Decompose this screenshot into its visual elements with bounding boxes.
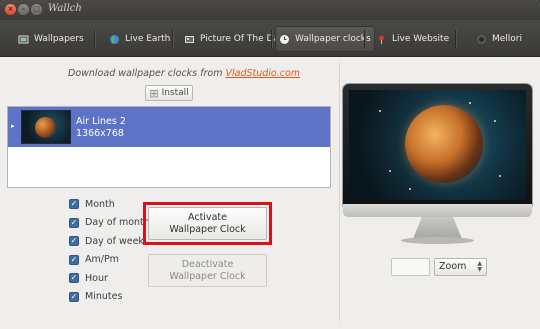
star-dot (409, 188, 411, 190)
picture-icon (184, 34, 195, 45)
monitor-chin (343, 204, 532, 217)
tab-mellori[interactable]: Mellori (472, 26, 526, 52)
star-dot (469, 102, 471, 104)
star-dot (379, 110, 381, 112)
tab-separator (94, 30, 95, 48)
checkbox-checked-icon[interactable]: ✓ (69, 236, 79, 247)
checkbox-checked-icon[interactable]: ✓ (69, 217, 79, 228)
clocks-list[interactable]: ▸ Air Lines 2 1366x768 (7, 106, 331, 188)
checkbox-checked-icon[interactable]: ✓ (69, 199, 79, 210)
deactivate-label-line1: Deactivate (181, 259, 234, 270)
tab-live-earth[interactable]: Live Earth (105, 26, 174, 52)
monitor-preview (343, 84, 532, 248)
clock-resolution: 1366x768 (76, 128, 124, 139)
tab-separator (455, 30, 456, 48)
background-color-picker[interactable] (391, 258, 430, 276)
install-label: Install (161, 88, 189, 98)
vladstudio-link[interactable]: VladStudio.com (225, 68, 300, 79)
tab-label: Mellori (492, 34, 523, 44)
tab-separator (172, 30, 173, 48)
app-window: × – □ Wallch Wallpapers Live Earth Pictu… (0, 0, 540, 329)
zoom-select[interactable]: Zoom ▲ ▼ (434, 258, 487, 276)
option-month[interactable]: ✓ Month (69, 195, 150, 214)
monitor-bezel (343, 84, 532, 210)
option-am-pm[interactable]: ✓ Am/Pm (69, 251, 150, 270)
deactivate-label-line2: Wallpaper Clock (169, 271, 246, 282)
pin-icon (376, 34, 387, 45)
mellori-icon (476, 34, 487, 45)
option-minutes[interactable]: ✓ Minutes (69, 288, 150, 307)
expand-arrow-icon[interactable]: ▸ (11, 122, 15, 130)
select-spinner-icon: ▲ ▼ (477, 260, 482, 273)
main-tabs: Wallpapers Live Earth Picture Of The Day… (0, 20, 540, 57)
activate-wallpaper-clock-button[interactable]: Activate Wallpaper Clock (148, 207, 267, 240)
option-day-of-month[interactable]: ✓ Day of month (69, 214, 150, 233)
option-day-of-week[interactable]: ✓ Day of week (69, 232, 150, 251)
star-dot (499, 175, 501, 177)
earth-icon (109, 34, 120, 45)
clock-icon (279, 34, 290, 45)
wallpaper-preview-image (349, 90, 526, 200)
checkbox-checked-icon[interactable]: ✓ (69, 254, 79, 265)
add-icon: ⊞ (149, 86, 159, 100)
option-label: Minutes (85, 291, 123, 303)
tab-label: Wallpaper clocks (295, 34, 371, 44)
clock-name: Air Lines 2 (76, 116, 126, 127)
tab-picture-of-the-day[interactable]: Picture Of The Day (180, 26, 288, 52)
star-dot (389, 170, 391, 172)
pane-divider[interactable] (339, 63, 340, 321)
window-title: Wallch (48, 3, 82, 14)
wallpaper-clocks-page: Download wallpaper clocks from VladStudi… (0, 57, 540, 329)
clock-thumbnail (21, 110, 71, 144)
tab-wallpapers[interactable]: Wallpapers (14, 26, 88, 52)
tab-label: Live Website (392, 34, 450, 44)
option-label: Day of week (85, 235, 144, 247)
checkbox-checked-icon[interactable]: ✓ (69, 273, 79, 284)
tab-separator (271, 30, 272, 48)
wallpapers-icon (18, 34, 29, 45)
tab-label: Wallpapers (34, 34, 84, 44)
tab-live-website[interactable]: Live Website (372, 26, 453, 52)
activate-label-line1: Activate (188, 212, 227, 223)
minimize-window-button[interactable]: – (18, 4, 29, 15)
monitor-stand (413, 217, 462, 239)
globe-thumbnail-graphic (35, 117, 56, 138)
install-button[interactable]: ⊞ Install (145, 85, 193, 101)
activate-label-line2: Wallpaper Clock (169, 224, 246, 235)
options-checklist: ✓ Month ✓ Day of month ✓ Day of week ✓ A… (69, 195, 150, 306)
maximize-window-button[interactable]: □ (31, 4, 42, 15)
monitor-base (401, 237, 474, 244)
list-item[interactable]: ▸ Air Lines 2 1366x768 (8, 107, 330, 147)
star-dot (494, 120, 496, 122)
globe-preview-graphic (405, 105, 483, 183)
deactivate-wallpaper-clock-button[interactable]: Deactivate Wallpaper Clock (148, 254, 267, 287)
option-label: Am/Pm (85, 254, 119, 266)
zoom-value: Zoom (439, 261, 467, 272)
download-note: Download wallpaper clocks from VladStudi… (68, 68, 300, 79)
close-window-button[interactable]: × (5, 4, 16, 15)
option-hour[interactable]: ✓ Hour (69, 269, 150, 288)
option-label: Hour (85, 272, 108, 284)
title-bar: × – □ Wallch (0, 0, 540, 20)
tab-wallpaper-clocks[interactable]: Wallpaper clocks (275, 26, 375, 52)
tab-separator (364, 30, 365, 48)
tab-label: Live Earth (125, 34, 171, 44)
option-label: Month (85, 198, 115, 210)
checkbox-checked-icon[interactable]: ✓ (69, 291, 79, 302)
option-label: Day of month (85, 217, 150, 229)
download-text: Download wallpaper clocks from (68, 68, 223, 79)
